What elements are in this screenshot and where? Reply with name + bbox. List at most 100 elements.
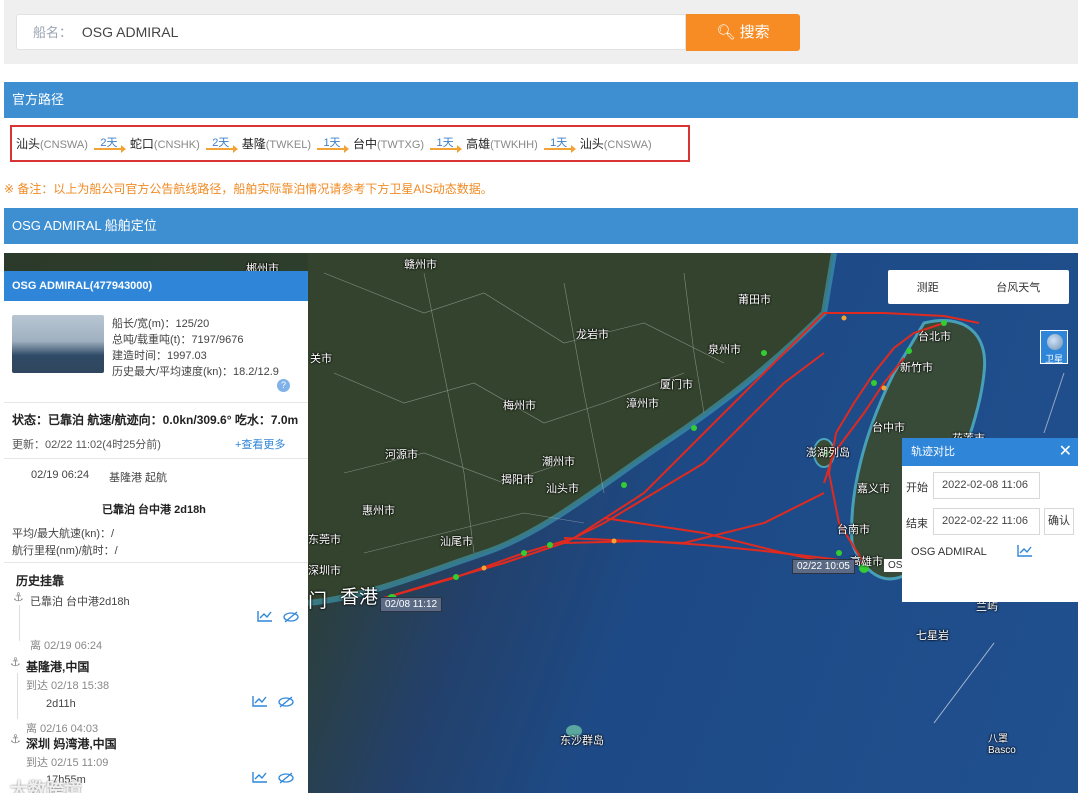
ship-info-panel: OSG ADMIRAL(477943000) 船长/宽(m)：125/20 总吨… <box>4 271 308 793</box>
mileage: 航行里程(nm)/航时：/ <box>12 545 118 557</box>
start-label: 开始 <box>906 482 928 494</box>
city-label: 惠州市 <box>362 505 395 517</box>
route-port: 基隆(TWKEL) <box>241 137 311 151</box>
chart-icon[interactable] <box>252 695 268 707</box>
city-label: 八罩 Basco <box>988 734 1016 756</box>
anchor-icon: ⚓ <box>10 655 21 669</box>
ship-photo <box>12 315 104 373</box>
arrow-right-icon <box>317 144 349 153</box>
ship-name-value: OSG ADMIRAL <box>81 24 179 40</box>
official-route-title: 官方路径 <box>12 92 65 107</box>
chart-icon[interactable] <box>252 771 268 783</box>
history-port: 基隆港,中国 <box>26 660 90 674</box>
city-label: 龙岩市 <box>576 329 609 341</box>
city-label: 莆田市 <box>738 294 771 306</box>
city-label: 东莞市 <box>308 534 341 546</box>
search-icon: 🔍︎ <box>716 24 736 41</box>
track-compare-title: 轨迹对比 <box>911 446 955 458</box>
official-route: 汕头(CNSWA) 2天 蛇口(CNSHK) 2天 基隆(TWKEL) 1天 台… <box>10 125 690 162</box>
city-label: 澎湖列岛 <box>806 447 850 459</box>
city-label: 揭阳市 <box>501 474 534 486</box>
search-bar: 船名： OSG ADMIRAL 🔍︎ 搜索 <box>4 0 1078 64</box>
city-label: 七星岩 <box>916 630 949 642</box>
route-port: 高雄(TWKHH) <box>466 137 538 151</box>
end-label: 结束 <box>906 518 928 530</box>
official-route-header: 官方路径 <box>4 82 1078 118</box>
route-port: 汕头(CNSWA) <box>579 137 652 151</box>
track-time-tag: 02/08 11:12 <box>380 597 443 612</box>
route-leg: 1天 <box>317 137 349 153</box>
departure-time: 02/19 06:24 <box>31 469 90 481</box>
satellite-toggle[interactable]: 卫星 <box>1040 330 1068 364</box>
route-leg: 2天 <box>205 137 238 153</box>
city-label: 深圳市 <box>308 565 341 577</box>
track-compare-header: 轨迹对比 ✕ <box>902 438 1078 466</box>
arrow-right-icon <box>93 144 126 153</box>
end-date-input[interactable]: 2022-02-22 11:06 <box>933 508 1040 535</box>
close-icon[interactable]: ✕ <box>1059 438 1072 466</box>
chart-icon[interactable] <box>1017 544 1033 557</box>
search-button[interactable]: 🔍︎ 搜索 <box>686 14 800 51</box>
spec-tonnage: 总吨/载重吨(t)：7197/9676 <box>112 334 244 346</box>
ship-status: 状态：已靠泊 航速/航迹向：0.0kn/309.6° 吃水：7.0m <box>12 413 299 427</box>
track-ship-name: OSG ADMIRAL <box>911 546 987 558</box>
route-port: 汕头(CNSWA) <box>16 137 88 151</box>
ship-name-label: 船名： <box>33 25 73 40</box>
arrow-right-icon <box>543 144 576 153</box>
city-label-large: 门 <box>308 591 328 612</box>
history-title: 历史挂靠 <box>16 574 65 588</box>
history-stay: 2d11h <box>46 698 76 710</box>
spec-built: 建造时间：1997.03 <box>112 350 207 362</box>
route-leg: 1天 <box>430 137 463 153</box>
chart-icon[interactable] <box>257 610 273 622</box>
map-toolbar: 测距 台风天气 <box>888 270 1069 304</box>
eye-off-icon[interactable] <box>278 772 294 784</box>
route-leg: 1天 <box>543 137 576 153</box>
satellite-label: 卫星 <box>1044 354 1063 364</box>
city-label: 漳州市 <box>626 398 659 410</box>
route-port: 台中(TWTXG) <box>353 137 425 151</box>
ship-map[interactable]: 郴州市 赣州市 莆田市 龙岩市 泉州市 关市 厦门市 漳州市 梅州市 河源市 潮… <box>4 253 1078 793</box>
typhoon-weather-tool[interactable]: 台风天气 <box>996 279 1040 295</box>
city-label: 厦门市 <box>660 379 693 391</box>
history-arrive: 到达 02/18 15:38 <box>26 680 110 692</box>
eye-off-icon[interactable] <box>283 611 299 623</box>
city-label: 台南市 <box>837 524 870 536</box>
track-compare-panel: 轨迹对比 ✕ 开始 2022-02-08 11:06 结束 2022-02-22… <box>902 438 1078 602</box>
measure-tool[interactable]: 测距 <box>917 279 939 295</box>
history-top: 已靠泊 台中港2d18h <box>30 596 130 608</box>
ship-panel-header: OSG ADMIRAL(477943000) <box>4 271 308 301</box>
history-port: 深圳 妈湾港,中国 <box>26 737 117 751</box>
start-date-input[interactable]: 2022-02-08 11:06 <box>933 472 1040 499</box>
city-label: 赣州市 <box>404 259 437 271</box>
arrow-right-icon <box>205 144 238 153</box>
city-label: 汕头市 <box>546 483 579 495</box>
confirm-button[interactable]: 确认 <box>1044 508 1074 535</box>
route-port: 蛇口(CNSHK) <box>129 137 200 151</box>
city-label: 东沙群岛 <box>560 735 604 747</box>
ship-name-input[interactable]: 船名： OSG ADMIRAL <box>16 14 686 50</box>
spec-dimensions: 船长/宽(m)：125/20 <box>112 318 210 330</box>
history-leave: 离 02/19 06:24 <box>30 640 103 652</box>
help-icon[interactable]: ? <box>277 379 290 392</box>
positioning-title: OSG ADMIRAL 船舶定位 <box>12 218 157 233</box>
city-label: 高雄市 <box>850 556 883 568</box>
city-label-large: 香港 <box>340 587 379 608</box>
city-label: 河源市 <box>385 449 418 461</box>
eye-off-icon[interactable] <box>278 696 294 708</box>
view-more-link[interactable]: +查看更多 <box>235 436 285 452</box>
city-label: 潮州市 <box>542 456 575 468</box>
anchor-icon: ⚓ <box>10 732 21 746</box>
watermark: 大数跨境 <box>10 780 82 793</box>
city-label: 新竹市 <box>900 362 933 374</box>
anchor-icon: ⚓ <box>13 590 24 604</box>
track-time-tag: 02/22 10:05 <box>792 559 855 574</box>
berthed-status: 已靠泊 台中港 2d18h <box>102 504 206 516</box>
globe-icon <box>1047 334 1063 350</box>
city-label: 台中市 <box>872 422 905 434</box>
city-label: 泉州市 <box>708 344 741 356</box>
departure-text: 基隆港 起航 <box>109 472 168 484</box>
spec-speed: 历史最大/平均速度(kn)：18.2/12.9 <box>112 366 279 378</box>
avg-speed: 平均/最大航速(kn)：/ <box>12 528 115 540</box>
update-time: 更新：02/22 11:02(4时25分前) <box>12 439 161 451</box>
